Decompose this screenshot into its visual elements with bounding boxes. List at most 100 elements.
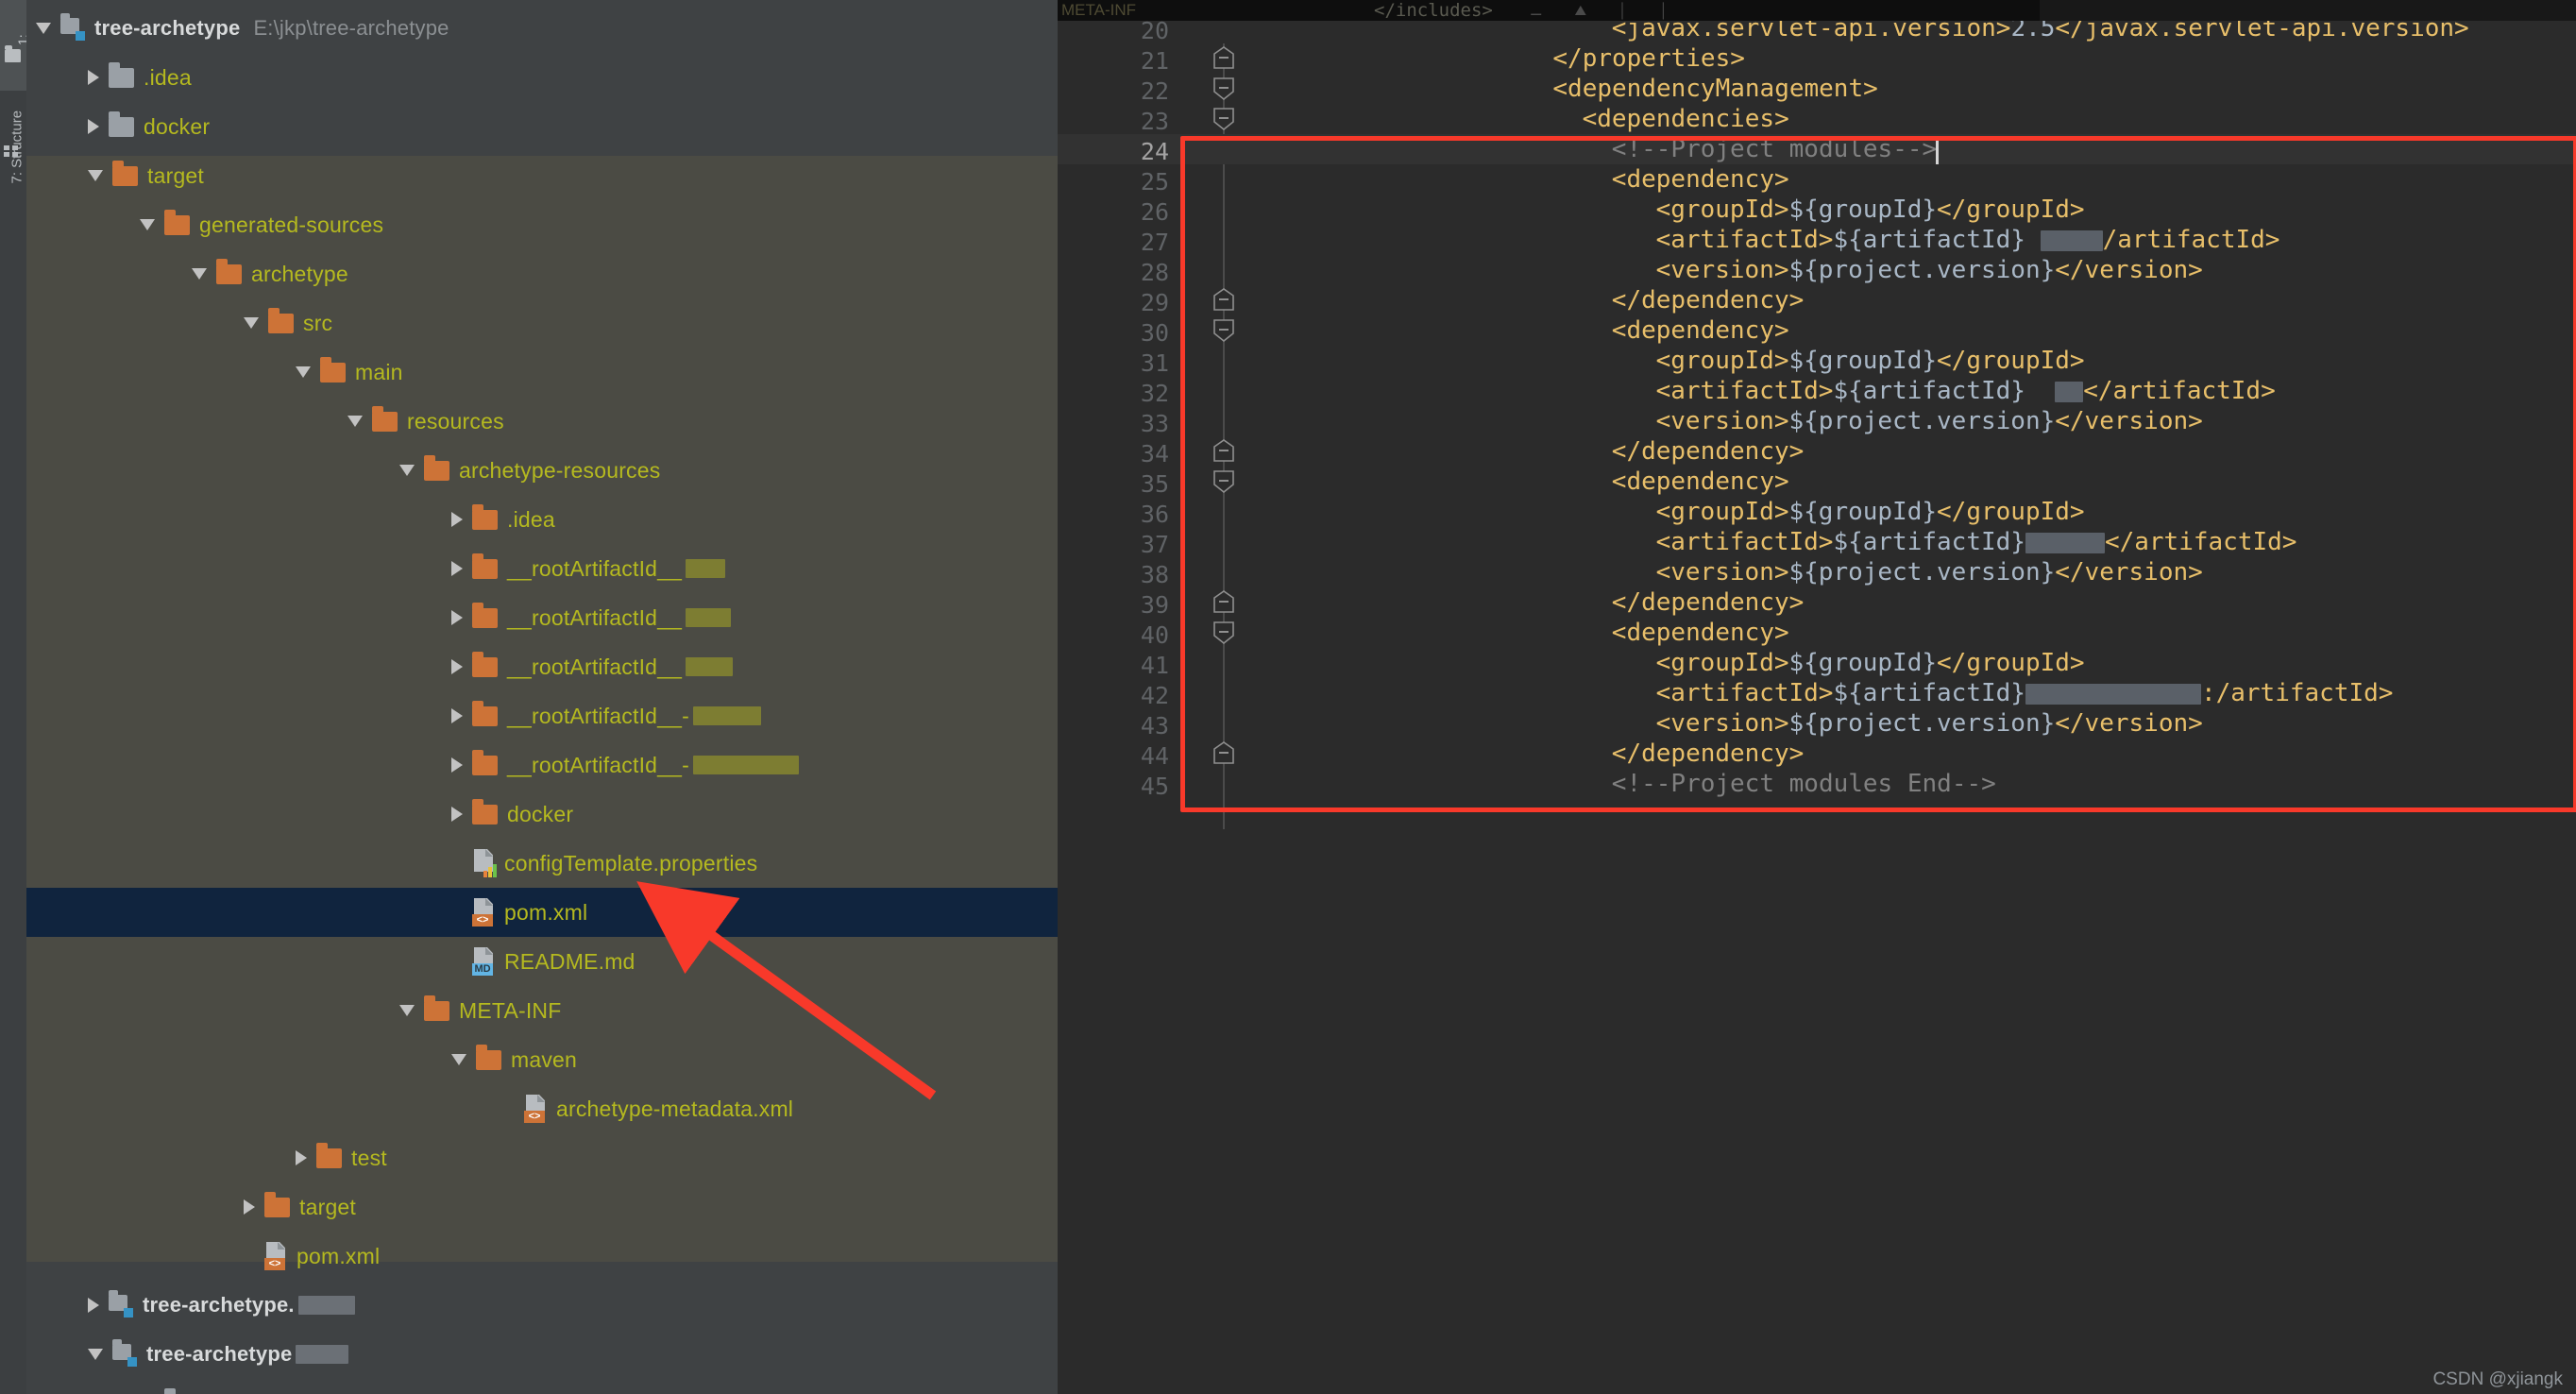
chevron-right-icon[interactable] (451, 708, 463, 723)
project-tree-panel[interactable]: tree-archetype E:\jkp\tree-archetype .idea… (26, 0, 1058, 1394)
code-line[interactable]: <dependency> (1612, 167, 1789, 192)
tree-row[interactable]: tree-archetype (26, 1330, 1058, 1379)
fold-start-icon[interactable] (1212, 76, 1236, 101)
tree-row[interactable]: generated-sources (26, 200, 1058, 249)
code-line[interactable]: <dependency> (1612, 469, 1789, 494)
tree-row[interactable]: resources (26, 397, 1058, 446)
tree-row[interactable]: .idea (26, 53, 1058, 102)
tree-row[interactable]: src (26, 1379, 1058, 1394)
tree-row[interactable]: <> pom.xml (26, 1232, 1058, 1281)
chevron-right-icon[interactable] (451, 659, 463, 674)
chevron-down-icon[interactable] (36, 23, 51, 34)
code-line[interactable]: <version>${project.version}</version> (1656, 258, 2203, 282)
tree-row[interactable]: <> archetype-metadata.xml (26, 1084, 1058, 1133)
code-line[interactable]: <version>${project.version}</version> (1656, 711, 2203, 736)
chevron-right-icon[interactable] (451, 610, 463, 625)
code-line[interactable]: <javax.servlet-api.version>2.5</javax.se… (1612, 21, 2469, 41)
tree-indent-spacer (26, 127, 88, 128)
code-line[interactable]: <dependencyManagement> (1552, 76, 1877, 101)
structure-tool-tab[interactable]: 7: Structure (9, 90, 25, 184)
chevron-down-icon[interactable] (140, 219, 155, 230)
fold-end-icon[interactable] (1212, 590, 1236, 615)
tree-row[interactable]: tree-archetype E:\jkp\tree-archetype (26, 4, 1058, 53)
code-line[interactable]: <artifactId>${artifactId}:/artifactId> (1656, 681, 2394, 706)
chevron-right-icon[interactable] (88, 70, 99, 85)
fold-start-icon[interactable] (1212, 620, 1236, 645)
chevron-down-icon[interactable] (451, 1054, 466, 1065)
toolbar-icons[interactable]: ⚊⛰││ (1530, 2, 1701, 19)
tree-row[interactable]: __rootArtifactId__ (26, 642, 1058, 691)
tree-row[interactable]: META-INF (26, 986, 1058, 1035)
chevron-right-icon[interactable] (296, 1150, 307, 1165)
code-line[interactable]: </properties> (1552, 46, 1745, 71)
chevron-right-icon[interactable] (451, 757, 463, 773)
code-line[interactable]: <groupId>${groupId}</groupId> (1656, 348, 2085, 373)
editor-tab-label[interactable]: META-INF (1061, 1, 1136, 20)
tree-row[interactable]: MD README.md (26, 937, 1058, 986)
tree-row[interactable]: docker (26, 102, 1058, 151)
tree-row[interactable]: .idea (26, 495, 1058, 544)
fold-end-icon[interactable] (1212, 439, 1236, 464)
fold-end-icon[interactable] (1212, 741, 1236, 766)
code-token: ${artifactId} (1833, 679, 2025, 707)
code-line[interactable]: <groupId>${groupId}</groupId> (1656, 197, 2085, 222)
chevron-down-icon[interactable] (244, 317, 259, 329)
code-editor[interactable]: 20 <javax.servlet-api.version>2.5</javax.… (1058, 21, 2576, 1394)
tree-row[interactable]: __rootArtifactId__ (26, 593, 1058, 642)
code-token: <artifactId> (1655, 679, 1834, 707)
tree-row[interactable]: __rootArtifactId__- (26, 691, 1058, 740)
chevron-right-icon[interactable] (451, 512, 463, 527)
code-line[interactable]: <dependency> (1612, 318, 1789, 343)
folder-icon (320, 356, 346, 382)
folder-icon (372, 405, 398, 432)
tree-row[interactable]: main (26, 348, 1058, 397)
tree-row[interactable]: __rootArtifactId__- (26, 740, 1058, 790)
tree-row[interactable]: archetype (26, 249, 1058, 298)
code-line[interactable]: <groupId>${groupId}</groupId> (1656, 500, 2085, 524)
chevron-right-icon[interactable] (88, 1298, 99, 1313)
fold-start-icon[interactable] (1212, 318, 1236, 343)
tree-row-label: __rootArtifactId__- (507, 752, 690, 777)
tree-row[interactable]: <> pom.xml (26, 888, 1058, 937)
code-line[interactable]: <artifactId>${artifactId} /artifactId> (1656, 228, 2280, 252)
fold-start-icon[interactable] (1212, 107, 1236, 131)
code-line[interactable]: </dependency> (1612, 590, 1805, 615)
chevron-down-icon[interactable] (192, 268, 207, 280)
code-token: ${artifactId} (1833, 226, 2025, 254)
chevron-down-icon[interactable] (347, 416, 363, 427)
code-line[interactable]: <artifactId>${artifactId} </artifactId> (1656, 530, 2297, 554)
code-line[interactable]: <!--Project modules--> (1612, 137, 1937, 162)
tree-row[interactable]: archetype-resources (26, 446, 1058, 495)
tree-row[interactable]: target (26, 1182, 1058, 1232)
code-line[interactable]: <!--Project modules End--> (1612, 772, 1996, 796)
chevron-down-icon[interactable] (88, 170, 103, 181)
code-line[interactable]: </dependency> (1612, 439, 1805, 464)
tree-row[interactable]: docker (26, 790, 1058, 839)
fold-end-icon[interactable] (1212, 46, 1236, 71)
tree-row[interactable]: maven (26, 1035, 1058, 1084)
code-line[interactable]: <version>${project.version}</version> (1656, 409, 2203, 434)
tree-row[interactable]: __rootArtifactId__ (26, 544, 1058, 593)
code-line[interactable]: <dependencies> (1583, 107, 1789, 131)
code-line[interactable]: <version>${project.version}</version> (1656, 560, 2203, 585)
chevron-right-icon[interactable] (88, 119, 99, 134)
chevron-down-icon[interactable] (296, 366, 311, 378)
tree-row[interactable]: test (26, 1133, 1058, 1182)
tree-row[interactable]: target (26, 151, 1058, 200)
fold-end-icon[interactable] (1212, 288, 1236, 313)
code-line[interactable]: <groupId>${groupId}</groupId> (1656, 651, 2085, 675)
code-line[interactable]: <artifactId>${artifactId} </artifactId> (1656, 379, 2276, 403)
code-line[interactable]: </dependency> (1612, 288, 1805, 313)
tree-row[interactable]: configTemplate.properties (26, 839, 1058, 888)
code-line[interactable]: <dependency> (1612, 620, 1789, 645)
chevron-down-icon[interactable] (399, 1005, 415, 1016)
chevron-down-icon[interactable] (399, 465, 415, 476)
code-line[interactable]: </dependency> (1612, 741, 1805, 766)
tree-row[interactable]: tree-archetype. (26, 1281, 1058, 1330)
chevron-right-icon[interactable] (451, 807, 463, 822)
chevron-down-icon[interactable] (88, 1349, 103, 1360)
tree-row[interactable]: src (26, 298, 1058, 348)
chevron-right-icon[interactable] (244, 1199, 255, 1215)
fold-start-icon[interactable] (1212, 469, 1236, 494)
chevron-right-icon[interactable] (451, 561, 463, 576)
